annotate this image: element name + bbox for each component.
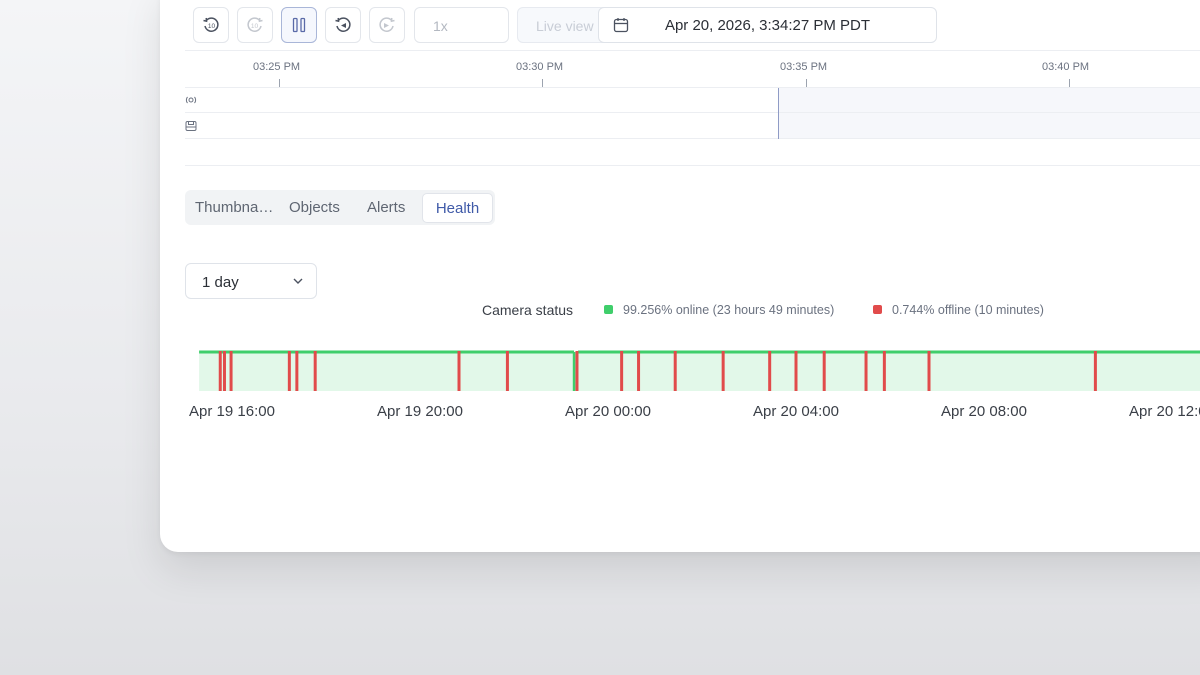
online-area: [199, 352, 1200, 391]
offline-event-bar: [794, 351, 798, 391]
offline-event-bar: [218, 351, 222, 391]
x-axis-tick-label: Apr 19 16:00: [189, 403, 275, 420]
offline-event-bar: [882, 351, 886, 391]
x-axis-tick-label: Apr 20 08:00: [941, 403, 1027, 420]
pause-icon: [292, 17, 306, 33]
timeline-tick: [279, 79, 280, 87]
legend-offline-swatch: [873, 305, 882, 314]
forward-step-icon: [379, 17, 395, 32]
timeline-top-border: [185, 50, 1200, 51]
current-datetime: Apr 20, 2026, 3:34:27 PM PDT: [664, 17, 871, 34]
forward-step-button[interactable]: [369, 7, 405, 43]
chart-title: Camera status: [482, 302, 574, 318]
timeline-tick: [806, 79, 807, 87]
timeline-tick-label: 03:25 PM: [253, 61, 301, 73]
offline-event-bar: [1093, 351, 1097, 391]
camera-record-icon: [185, 96, 197, 104]
offline-event-bar: [927, 351, 931, 391]
tab-objects[interactable]: Objects: [289, 190, 340, 225]
storage-icon: [185, 121, 197, 131]
timeline-row-border: [185, 138, 1200, 139]
timeline-tick-label: 03:30 PM: [516, 61, 564, 73]
x-axis-tick-label: Apr 20 04:00: [753, 403, 839, 420]
tab-health[interactable]: Health: [422, 193, 493, 223]
x-axis-tick-label: Apr 20 12:00: [1129, 403, 1200, 420]
timeline-playhead[interactable]: [778, 88, 779, 139]
timeline-row-border: [185, 112, 1200, 113]
offline-event-bar: [295, 351, 299, 391]
camera-panel: 10 10 1x Live view Apr 20, 2026, 3:34:27…: [160, 0, 1200, 552]
tab-thumbnails[interactable]: Thumbna…: [195, 190, 273, 225]
x-axis-tick-label: Apr 19 20:00: [377, 403, 463, 420]
offline-event-bar: [575, 351, 579, 391]
offline-event-bar: [864, 351, 868, 391]
offline-event-bar: [673, 351, 677, 391]
offline-event-bar: [721, 351, 725, 391]
timeline-bottom-border: [185, 165, 1200, 166]
chevron-down-icon: [293, 278, 303, 284]
timeline-tick-label: 03:40 PM: [1042, 61, 1090, 73]
svg-text:10: 10: [251, 23, 259, 30]
pause-button[interactable]: [281, 7, 317, 43]
rewind-step-button[interactable]: [325, 7, 361, 43]
rewind-step-icon: [335, 17, 351, 32]
playback-speed-select[interactable]: 1x: [414, 7, 509, 43]
detail-tabs: Thumbna… Objects Alerts Health: [185, 190, 495, 225]
legend-offline-label: 0.744% offline (10 minutes): [892, 303, 1044, 317]
offline-event-bar: [768, 351, 772, 391]
forward-10-button[interactable]: 10: [237, 7, 273, 43]
tab-alerts[interactable]: Alerts: [367, 190, 405, 225]
offline-event-bar: [457, 351, 461, 391]
time-range-select[interactable]: 1 day: [185, 263, 317, 299]
timeline-future-area: [778, 88, 1200, 139]
forward-10-icon: 10: [247, 17, 263, 32]
offline-event-bar: [229, 351, 233, 391]
timeline-row-border: [185, 87, 1200, 88]
time-range-value: 1 day: [202, 274, 239, 291]
offline-event-bar: [313, 351, 317, 391]
timeline-tick: [542, 79, 543, 87]
offline-event-bar: [287, 351, 291, 391]
legend-online-label: 99.256% online (23 hours 49 minutes): [623, 303, 835, 317]
legend-online-swatch: [604, 305, 613, 314]
offline-event-bar: [620, 351, 624, 391]
offline-event-bar: [222, 351, 226, 391]
playback-toolbar: 10 10 1x Live view Apr 20, 2026, 3:34:27…: [160, 0, 1200, 50]
svg-text:10: 10: [208, 23, 216, 30]
timeline-tick-label: 03:35 PM: [780, 61, 828, 73]
offline-event-bar: [822, 351, 826, 391]
offline-event-bar: [637, 351, 641, 391]
offline-event-bar: [505, 351, 509, 391]
rewind-10-button[interactable]: 10: [193, 7, 229, 43]
x-axis-tick-label: Apr 20 00:00: [565, 403, 651, 420]
date-picker[interactable]: Apr 20, 2026, 3:34:27 PM PDT: [598, 7, 937, 43]
camera-status-chart: Apr 19 16:00 Apr 19 20:00 Apr 20 00:00 Apr …: [189, 350, 1200, 420]
timeline-tick: [1069, 79, 1070, 87]
rewind-10-icon: 10: [203, 17, 219, 32]
